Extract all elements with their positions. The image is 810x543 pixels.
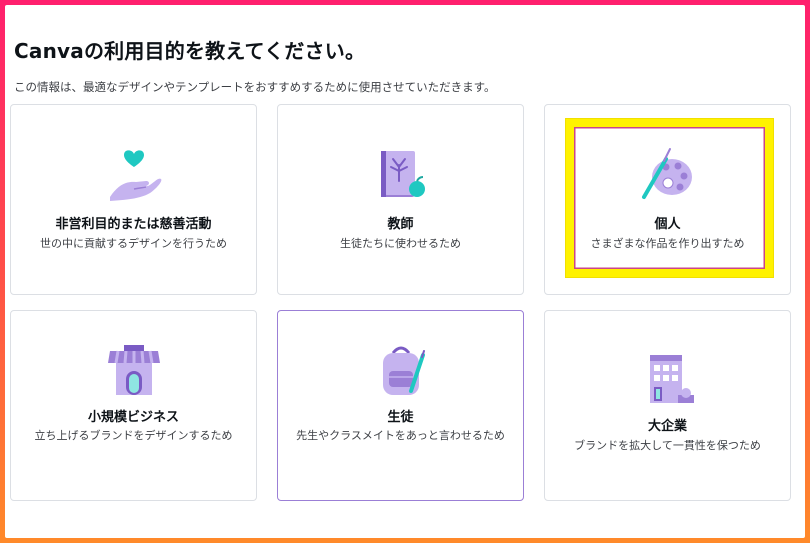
- option-card-personal[interactable]: 個人 さまざまな作品を作り出すため: [544, 104, 791, 295]
- option-label: 生徒: [387, 410, 414, 425]
- page-subtitle: この情報は、最適なデザインやテンプレートをおすすめするために使用させていただきま…: [14, 80, 496, 94]
- option-description: さまざまな作品を作り出すため: [590, 237, 745, 250]
- office-building-icon: [649, 355, 694, 403]
- backpack-icon: [382, 346, 425, 395]
- option-card-enterprise[interactable]: 大企業 ブランドを拡大して一貫性を保つため: [544, 310, 791, 501]
- option-description: 世の中に貢献するデザインを行うため: [40, 237, 227, 250]
- option-description: 生徒たちに使わせるため: [340, 237, 461, 250]
- book-apple-icon: [380, 151, 425, 197]
- page-title: Canvaの利用目的を教えてください。: [14, 39, 366, 63]
- option-label: 小規模ビジネス: [87, 410, 179, 425]
- option-description: ブランドを拡大して一貫性を保つため: [574, 439, 761, 452]
- option-card-teacher[interactable]: 教師 生徒たちに使わせるため: [277, 104, 524, 295]
- option-label: 個人: [654, 217, 681, 232]
- heart-hand-icon: [109, 150, 161, 201]
- option-card-nonprofit[interactable]: 非営利目的または慈善活動 世の中に貢献するデザインを行うため: [10, 104, 257, 295]
- option-label: 非営利目的または慈善活動: [55, 217, 212, 232]
- option-card-student[interactable]: 生徒 先生やクラスメイトをあっと言わせるため: [277, 310, 524, 501]
- option-description: 先生やクラスメイトをあっと言わせるため: [296, 429, 505, 442]
- palette-icon: [641, 148, 692, 199]
- option-card-small-business[interactable]: 小規模ビジネス 立ち上げるブランドをデザインするため: [10, 310, 257, 501]
- storefront-icon: [107, 345, 160, 395]
- option-label: 教師: [387, 217, 414, 232]
- option-label: 大企業: [647, 419, 687, 434]
- option-description: 立ち上げるブランドをデザインするため: [34, 429, 233, 442]
